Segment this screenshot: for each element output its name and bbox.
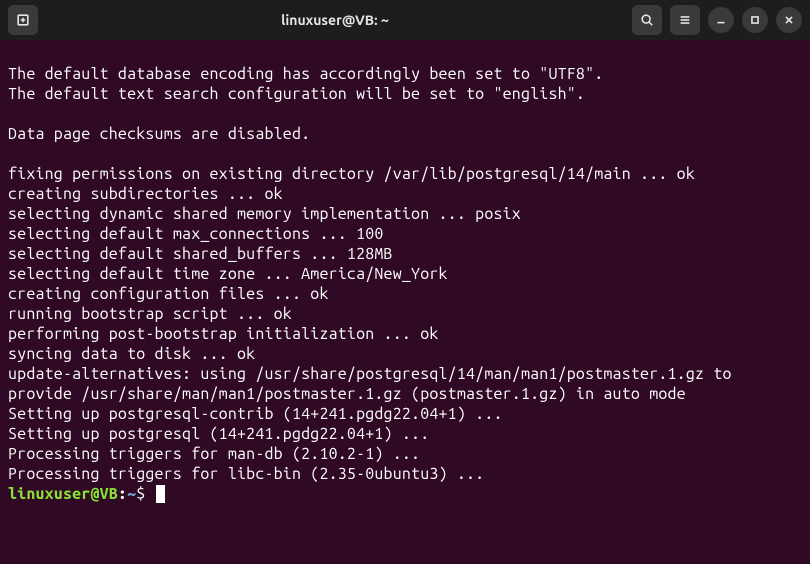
output-line: Data page checksums are disabled. bbox=[8, 125, 310, 143]
output-line: Setting up postgresql-contrib (14+241.pg… bbox=[8, 405, 503, 423]
output-line: The default text search configuration wi… bbox=[8, 85, 585, 103]
new-tab-icon bbox=[16, 13, 30, 27]
output-line: fixing permissions on existing directory… bbox=[8, 165, 695, 183]
minimize-button[interactable] bbox=[708, 7, 734, 33]
titlebar-left bbox=[8, 5, 38, 35]
output-line: Setting up postgresql (14+241.pgdg22.04+… bbox=[8, 425, 429, 443]
output-line: selecting dynamic shared memory implemen… bbox=[8, 205, 521, 223]
output-line: The default database encoding has accord… bbox=[8, 65, 603, 83]
new-tab-button[interactable] bbox=[8, 5, 38, 35]
search-icon bbox=[640, 13, 654, 27]
close-icon bbox=[782, 13, 796, 27]
output-line: syncing data to disk ... ok bbox=[8, 345, 255, 363]
prompt-user-host: linuxuser@VB bbox=[8, 485, 118, 503]
close-button[interactable] bbox=[776, 7, 802, 33]
output-line: update-alternatives: using /usr/share/po… bbox=[8, 365, 741, 403]
prompt-colon: : bbox=[118, 485, 127, 503]
prompt-dollar: $ bbox=[136, 485, 154, 503]
maximize-icon bbox=[748, 13, 762, 27]
output-line: Processing triggers for man-db (2.10.2-1… bbox=[8, 445, 420, 463]
titlebar-right bbox=[632, 5, 802, 35]
menu-button[interactable] bbox=[670, 5, 700, 35]
output-line: creating configuration files ... ok bbox=[8, 285, 329, 303]
output-line: selecting default shared_buffers ... 128… bbox=[8, 245, 393, 263]
prompt-path: ~ bbox=[127, 485, 136, 503]
prompt-line: linuxuser@VB:~$ bbox=[8, 485, 165, 503]
output-line: Processing triggers for libc-bin (2.35-0… bbox=[8, 465, 484, 483]
output-line: creating subdirectories ... ok bbox=[8, 185, 283, 203]
maximize-button[interactable] bbox=[742, 7, 768, 33]
hamburger-icon bbox=[678, 13, 692, 27]
terminal-output: The default database encoding has accord… bbox=[8, 64, 802, 504]
output-line: performing post-bootstrap initialization… bbox=[8, 325, 439, 343]
terminal-cursor bbox=[156, 485, 165, 503]
output-line: running bootstrap script ... ok bbox=[8, 305, 292, 323]
search-button[interactable] bbox=[632, 5, 662, 35]
window-titlebar: linuxuser@VB: ~ bbox=[0, 0, 810, 40]
window-title: linuxuser@VB: ~ bbox=[46, 12, 624, 28]
terminal-viewport[interactable]: The default database encoding has accord… bbox=[0, 40, 810, 532]
minimize-icon bbox=[714, 13, 728, 27]
output-line: selecting default time zone ... America/… bbox=[8, 265, 448, 283]
output-line: selecting default max_connections ... 10… bbox=[8, 225, 384, 243]
